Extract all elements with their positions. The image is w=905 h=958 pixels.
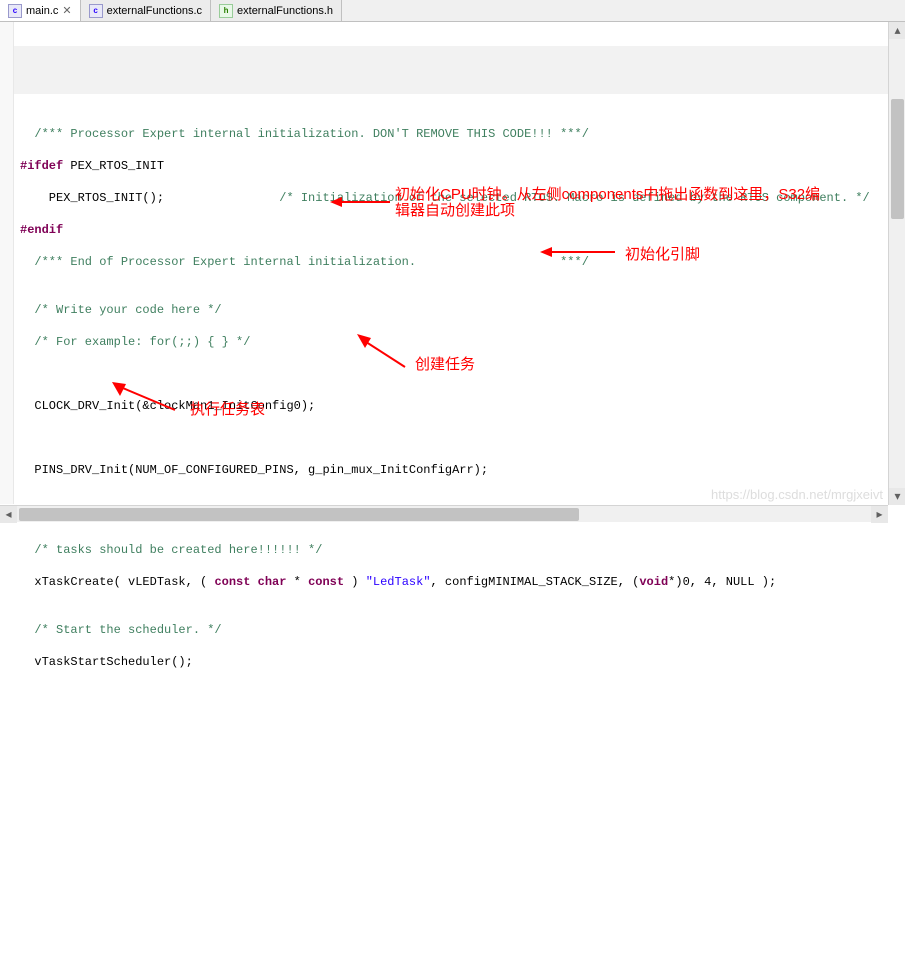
tab-label: externalFunctions.c xyxy=(107,5,202,17)
editor-gutter xyxy=(0,22,14,504)
tab-label: externalFunctions.h xyxy=(237,5,333,17)
annotation-pins-init: 初始化引脚 xyxy=(625,247,700,263)
code-comment: /*** End of Processor Expert internal in… xyxy=(20,255,589,269)
code-text: PEX_RTOS_INIT(); xyxy=(20,191,279,205)
code-preproc: #ifdef xyxy=(20,159,63,173)
code-keyword: char xyxy=(258,575,287,589)
h-file-icon: h xyxy=(219,4,233,18)
c-file-icon: c xyxy=(89,4,103,18)
editor-tabs: c main.c ✕ c externalFunctions.c h exter… xyxy=(0,0,905,22)
code-editor[interactable]: /*** Processor Expert internal initializ… xyxy=(0,22,905,504)
code-comment: /* Start the scheduler. */ xyxy=(20,623,222,637)
code-keyword: void xyxy=(639,575,668,589)
code-comment: /* tasks should be created here!!!!!! */ xyxy=(20,543,322,557)
scroll-up-button[interactable]: ▴ xyxy=(889,22,905,39)
arrow-icon xyxy=(330,192,400,212)
arrow-icon xyxy=(110,380,185,415)
code-keyword: const xyxy=(214,575,250,589)
code-string: "LedTask" xyxy=(366,575,431,589)
code-comment: /*** Processor Expert internal initializ… xyxy=(20,127,589,141)
tab-main-c[interactable]: c main.c ✕ xyxy=(0,0,81,21)
annotation-create-task: 创建任务 xyxy=(415,357,475,373)
tab-external-functions-h[interactable]: h externalFunctions.h xyxy=(211,0,342,21)
tab-external-functions-c[interactable]: c externalFunctions.c xyxy=(81,0,211,21)
c-file-icon: c xyxy=(8,4,22,18)
code-preproc: #endif xyxy=(20,223,63,237)
scroll-left-button[interactable]: ◂ xyxy=(0,506,17,523)
code-keyword: const xyxy=(308,575,344,589)
code-comment: /* For example: for(;;) { } */ xyxy=(20,335,250,349)
code-text: PINS_DRV_Init(NUM_OF_CONFIGURED_PINS, g_… xyxy=(20,463,488,477)
annotation-clock-init: 初始化CPU时钟。从左侧components中拖出函数到这里，S32编辑器自动创… xyxy=(395,187,835,219)
arrow-icon xyxy=(540,242,620,262)
arrow-icon xyxy=(355,332,415,372)
close-icon[interactable]: ✕ xyxy=(62,4,71,17)
code-text: vTaskStartScheduler(); xyxy=(20,655,193,669)
code-text: xTaskCreate( vLEDTask, ( xyxy=(20,575,214,589)
code-text: PEX_RTOS_INIT xyxy=(63,159,164,173)
code-comment: /* Write your code here */ xyxy=(20,303,222,317)
tab-label: main.c xyxy=(26,5,58,17)
preprocessor-highlight xyxy=(14,46,905,94)
annotation-start-scheduler: 执行任务表 xyxy=(190,402,265,418)
